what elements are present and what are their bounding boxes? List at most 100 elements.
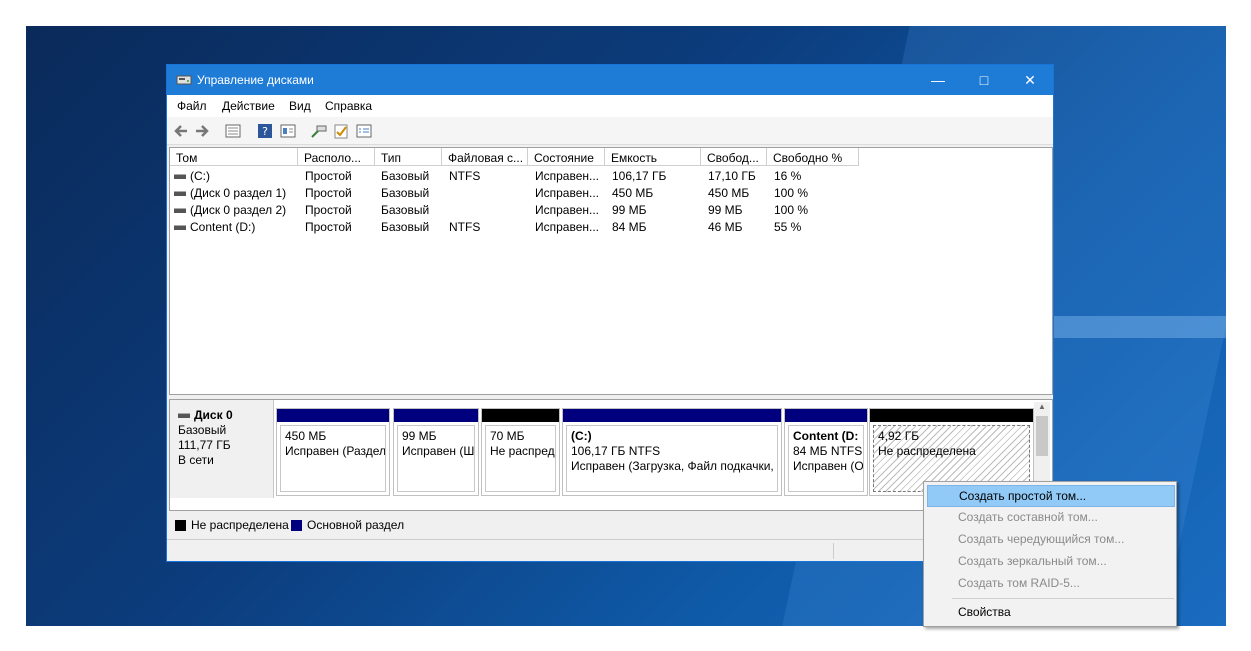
partition-size: 70 МБ xyxy=(490,429,525,443)
capacity-cell: 99 МБ xyxy=(612,203,647,217)
volume-name: (C:) xyxy=(190,169,210,183)
status-cell: Исправен... xyxy=(535,203,600,217)
disk-name: Диск 0 xyxy=(194,408,233,422)
disk-icon xyxy=(178,413,190,419)
status-cell: Исправен... xyxy=(535,186,600,200)
minimize-button[interactable]: — xyxy=(915,65,961,95)
scroll-up-icon[interactable]: ▲ xyxy=(1034,402,1050,414)
back-arrow-icon[interactable] xyxy=(173,123,189,139)
type-cell: Базовый xyxy=(381,169,430,183)
partition-block[interactable]: 70 МБ Не распреде xyxy=(481,408,560,496)
layout-cell: Простой xyxy=(305,186,352,200)
col-header-filesystem[interactable]: Файловая с... xyxy=(442,148,528,166)
type-cell: Базовый xyxy=(381,186,430,200)
volume-name-cell: (Диск 0 раздел 1) xyxy=(174,186,286,200)
partition-size: 450 МБ xyxy=(285,429,327,443)
create-mirrored-volume-item[interactable]: Создать зеркальный том... xyxy=(927,551,1175,573)
col-header-type[interactable]: Тип xyxy=(375,148,442,166)
partition-status: Исправен (Раздел xyxy=(285,444,386,458)
create-striped-volume-item[interactable]: Создать чередующийся том... xyxy=(927,529,1175,551)
partition-status: Не распределена xyxy=(878,444,976,458)
help-icon[interactable]: ? xyxy=(257,123,273,139)
console-tree-icon[interactable] xyxy=(225,123,241,139)
free-space-cell: 450 МБ xyxy=(708,186,750,200)
free-space-cell: 17,10 ГБ xyxy=(708,169,756,183)
partition-status: Исправен (Загрузка, Файл подкачки, . xyxy=(571,459,778,473)
volume-name-cell: Content (D:) xyxy=(174,220,255,234)
context-menu: Создать простой том... Создать составной… xyxy=(923,481,1177,627)
menu-action[interactable]: Действие xyxy=(222,99,275,113)
svg-text:?: ? xyxy=(262,125,268,138)
create-simple-volume-item[interactable]: Создать простой том... xyxy=(927,485,1175,507)
title-bar[interactable]: Управление дисками — □ ✕ xyxy=(167,65,1053,95)
partition-status: Не распреде xyxy=(490,444,556,458)
volume-icon xyxy=(174,174,186,180)
col-header-status[interactable]: Состояние xyxy=(528,148,605,166)
partition-block[interactable]: Content (D: 84 МБ NTFS Исправен (О xyxy=(784,408,868,496)
legend-unallocated-label: Не распределена xyxy=(191,518,289,532)
maximize-button[interactable]: □ xyxy=(961,65,1007,95)
menu-bar: Файл Действие Вид Справка xyxy=(167,95,1053,117)
table-row[interactable]: Content (D:) Простой Базовый NTFS Исправ… xyxy=(170,219,1050,236)
partition-size: 4,92 ГБ xyxy=(878,429,920,443)
partition-block[interactable]: (C:) 106,17 ГБ NTFS Исправен (Загрузка, … xyxy=(562,408,782,496)
legend-primary-swatch xyxy=(291,520,302,531)
partition-size: 84 МБ NTFS xyxy=(793,444,863,458)
partition-block[interactable]: 99 МБ Исправен (Ш xyxy=(393,408,479,496)
partition-title: (C:) xyxy=(571,429,592,443)
volume-name-cell: (Диск 0 раздел 2) xyxy=(174,203,286,217)
table-row[interactable]: (Диск 0 раздел 1) Простой Базовый Исправ… xyxy=(170,185,1050,202)
menu-separator xyxy=(952,598,1174,599)
partition-status: Исправен (О xyxy=(793,459,864,473)
disk-management-icon xyxy=(176,75,192,85)
properties-icon[interactable] xyxy=(280,123,296,139)
connect-disk-icon[interactable] xyxy=(311,123,327,139)
status-cell: Исправен... xyxy=(535,220,600,234)
status-bar xyxy=(167,539,1053,561)
col-header-capacity[interactable]: Емкость xyxy=(605,148,701,166)
scroll-thumb[interactable] xyxy=(1036,416,1048,456)
volume-name: (Диск 0 раздел 1) xyxy=(190,186,287,200)
partition-body: 450 МБ Исправен (Раздел xyxy=(280,425,386,492)
menu-file[interactable]: Файл xyxy=(177,99,207,113)
forward-arrow-icon[interactable] xyxy=(194,123,210,139)
partition-size: 99 МБ xyxy=(402,429,437,443)
menu-view[interactable]: Вид xyxy=(289,99,311,113)
partition-bar xyxy=(563,409,781,422)
volume-name-cell: (C:) xyxy=(174,169,210,183)
partition-bar xyxy=(785,409,867,422)
disk-0-label[interactable]: Диск 0 Базовый 111,77 ГБ В сети xyxy=(170,400,274,498)
layout-cell: Простой xyxy=(305,203,352,217)
col-header-volume[interactable]: Том xyxy=(170,148,298,166)
table-row[interactable]: (C:) Простой Базовый NTFS Исправен... 10… xyxy=(170,168,1050,185)
partition-bar xyxy=(482,409,559,422)
layout-cell: Простой xyxy=(305,220,352,234)
disk-name-row: Диск 0 xyxy=(178,408,273,423)
disk-status: В сети xyxy=(178,453,214,467)
create-raid5-volume-item[interactable]: Создать том RAID-5... xyxy=(927,573,1175,595)
partition-bar xyxy=(870,409,1033,422)
menu-help[interactable]: Справка xyxy=(325,99,372,113)
close-button[interactable]: ✕ xyxy=(1007,65,1053,95)
col-header-layout[interactable]: Располо... xyxy=(298,148,375,166)
free-percent-cell: 16 % xyxy=(774,169,802,183)
free-space-cell: 46 МБ xyxy=(708,220,743,234)
create-spanned-volume-item[interactable]: Создать составной том... xyxy=(927,507,1175,529)
volume-icon xyxy=(174,191,186,197)
window-title: Управление дисками xyxy=(197,73,314,87)
partition-body: Content (D: 84 МБ NTFS Исправен (О xyxy=(788,425,864,492)
capacity-cell: 84 МБ xyxy=(612,220,647,234)
volume-icon xyxy=(174,225,186,231)
properties-item[interactable]: Свойства xyxy=(927,602,1175,624)
filesystem-cell: NTFS xyxy=(449,220,481,234)
partition-body: 70 МБ Не распреде xyxy=(485,425,556,492)
col-header-free-space[interactable]: Свобод... xyxy=(701,148,767,166)
col-header-free-percent[interactable]: Свободно % xyxy=(767,148,859,166)
partition-body: 99 МБ Исправен (Ш xyxy=(397,425,475,492)
list-view-icon[interactable] xyxy=(356,123,372,139)
partition-bar xyxy=(277,409,389,422)
table-row[interactable]: (Диск 0 раздел 2) Простой Базовый Исправ… xyxy=(170,202,1050,219)
checklist-icon[interactable] xyxy=(333,123,349,139)
partition-bar xyxy=(394,409,478,422)
partition-block[interactable]: 450 МБ Исправен (Раздел xyxy=(276,408,390,496)
